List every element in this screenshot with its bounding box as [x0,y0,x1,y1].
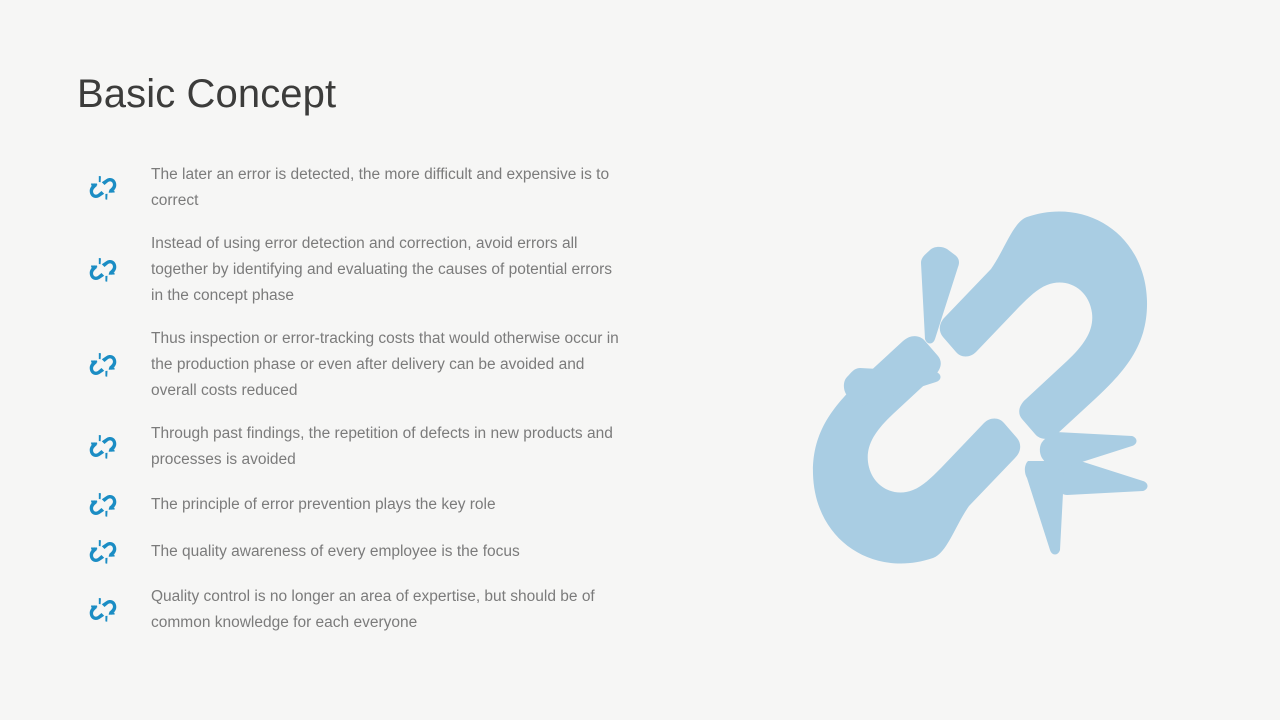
list-item-text: Thus inspection or error-tracking costs … [151,330,619,399]
broken-chain-link-illustration [795,205,1165,570]
page-title: Basic Concept [77,71,337,116]
broken-chain-link-icon [88,595,118,625]
list-item: The later an error is detected, the more… [88,162,628,214]
broken-chain-link-icon [88,490,118,520]
list-item-text: Instead of using error detection and cor… [151,235,612,304]
broken-chain-link-icon [88,537,118,567]
broken-chain-link-icon [88,350,118,380]
list-item-text: The principle of error prevention plays … [151,496,496,513]
list-item: Through past findings, the repetition of… [88,421,628,473]
broken-chain-link-icon [88,173,118,203]
broken-chain-link-icon [88,432,118,462]
list-item: The principle of error prevention plays … [88,490,628,520]
list-item-text: The later an error is detected, the more… [151,166,610,209]
list-item-text: The quality awareness of every employee … [151,543,520,560]
broken-chain-link-icon [88,255,118,285]
list-item-text: Through past findings, the repetition of… [151,425,613,468]
list-item-text: Quality control is no longer an area of … [151,588,595,631]
list-item: Thus inspection or error-tracking costs … [88,326,628,404]
bullet-list: The later an error is detected, the more… [88,162,628,636]
list-item: The quality awareness of every employee … [88,537,628,567]
list-item: Instead of using error detection and cor… [88,231,628,309]
list-item: Quality control is no longer an area of … [88,584,628,636]
slide-canvas: Basic Concept The later an error is dete… [0,0,1280,720]
